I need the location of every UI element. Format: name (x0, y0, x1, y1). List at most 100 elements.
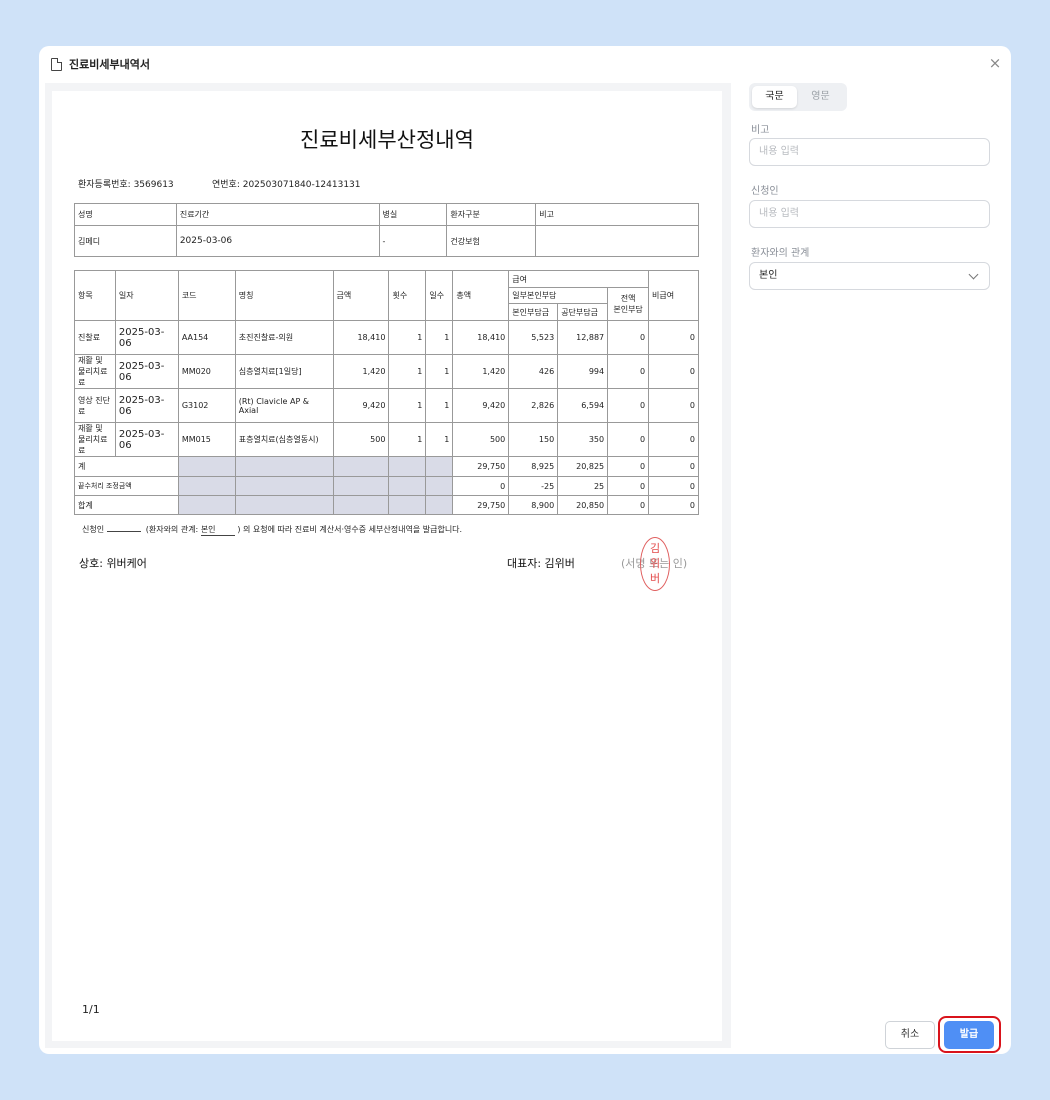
info-value-room: - (378, 225, 448, 257)
summary-self-pay: 8,925 (508, 456, 559, 477)
table-row: 재활 및 물리치료료 2025-03-06 MM020 심층열치료[1일당] 1… (74, 354, 699, 389)
note-label: 비고 (751, 125, 770, 136)
row-name: (Rt) Clavicle AP & Axial (234, 388, 334, 423)
summary-total: 0 (452, 476, 510, 496)
row-times: 1 (388, 422, 427, 457)
header-self-pay: 본인부담금 (508, 303, 559, 321)
table-row: 영상 진단료 2025-03-06 G3102 (Rt) Clavicle AP… (74, 388, 699, 423)
applicant-blank (106, 523, 141, 532)
applicant-placeholder: 내용 입력 (759, 208, 799, 219)
info-value-patient-type: 건강보험 (446, 225, 537, 257)
screen-background: 진료비세부내역서 × 진료비세부산정내역 환자등록번호: 3569613 연번호… (0, 0, 1050, 1100)
row-date: 2025-03-06 (114, 388, 179, 423)
dialog-header: 진료비세부내역서 × (39, 46, 1011, 82)
header-name: 명칭 (234, 270, 334, 321)
row-name: 표층열치료(심층열동시) (234, 422, 334, 457)
relation-value: 본인 (200, 524, 235, 536)
header-code: 코드 (177, 270, 236, 321)
representative-name: 대표자: 김위버 (507, 557, 575, 570)
applicant-input[interactable]: 내용 입력 (749, 200, 990, 228)
info-header-note: 비고 (535, 203, 699, 226)
summary-full-self: 0 (607, 456, 650, 477)
document-title: 진료비세부산정내역 (300, 128, 474, 152)
dialog-title: 진료비세부내역서 (69, 58, 150, 71)
note-placeholder: 내용 입력 (759, 146, 799, 157)
row-non-covered: 0 (648, 388, 699, 423)
row-public-pay: 12,887 (557, 320, 609, 355)
issue-button[interactable]: 발급 (944, 1021, 994, 1049)
info-header-period: 진료기간 (175, 203, 380, 226)
header-times: 횟수 (388, 270, 427, 321)
language-toggle: 국문 영문 (749, 83, 847, 111)
row-item: 재활 및 물리치료료 (74, 422, 116, 457)
cancel-button[interactable]: 취소 (885, 1021, 935, 1049)
row-public-pay: 994 (557, 354, 609, 389)
info-header-patient-type: 환자구분 (446, 203, 537, 226)
summary-public-pay: 20,825 (557, 456, 609, 477)
summary-total: 29,750 (452, 456, 510, 477)
applicant-prefix: 신청인 (82, 525, 105, 534)
table-row: 진찰료 2025-03-06 AA154 초진진찰료-의원 18,410 1 1… (74, 320, 699, 355)
tab-korean[interactable]: 국문 (752, 86, 797, 108)
row-code: G3102 (177, 388, 236, 423)
row-days: 1 (425, 320, 454, 355)
row-amount: 1,420 (332, 354, 390, 389)
header-non-covered: 비급여 (648, 270, 699, 321)
close-button[interactable]: × (987, 55, 1003, 71)
summary-row: 계 29,750 8,925 20,825 0 0 (74, 456, 699, 477)
row-total: 18,410 (452, 320, 510, 355)
row-total: 9,420 (452, 388, 510, 423)
header-days: 일수 (425, 270, 454, 321)
header-date: 일자 (114, 270, 179, 321)
row-times: 1 (388, 320, 427, 355)
relation-prefix: (환자와의 관계: (145, 525, 199, 534)
summary-public-pay: 20,850 (557, 495, 609, 515)
tab-english[interactable]: 영문 (798, 86, 843, 108)
row-self-pay: 2,826 (508, 388, 559, 423)
summary-label: 계 (74, 456, 179, 477)
row-code: MM020 (177, 354, 236, 389)
company-name: 상호: 위버케어 (79, 557, 147, 570)
serial-number: 연번호: 202503071840-12413131 (212, 180, 361, 190)
row-full-self: 0 (607, 320, 650, 355)
info-header-room: 병실 (378, 203, 448, 226)
summary-self-pay: -25 (508, 476, 559, 496)
applicant-statement: 신청인 (환자와의 관계: 본인 ) 의 요청에 따라 진료비 계산서·영수증 … (82, 523, 462, 536)
summary-self-pay: 8,900 (508, 495, 559, 515)
row-full-self: 0 (607, 388, 650, 423)
relation-select[interactable]: 본인 (749, 262, 990, 290)
summary-public-pay: 25 (557, 476, 609, 496)
row-self-pay: 5,523 (508, 320, 559, 355)
note-input[interactable]: 내용 입력 (749, 138, 990, 166)
summary-label: 끝수처리 조정금액 (74, 476, 179, 496)
summary-full-self: 0 (607, 476, 650, 496)
header-total: 총액 (452, 270, 510, 321)
issue-dialog: 진료비세부내역서 × 진료비세부산정내역 환자등록번호: 3569613 연번호… (39, 46, 1011, 1054)
header-amount: 금액 (332, 270, 390, 321)
summary-non-covered: 0 (648, 476, 699, 496)
patient-reg-number: 환자등록번호: 3569613 (78, 180, 174, 190)
row-amount: 18,410 (332, 320, 390, 355)
row-public-pay: 6,594 (557, 388, 609, 423)
seal-stamp: 김 위 버 (640, 537, 670, 591)
info-value-note (535, 225, 699, 257)
table-row: 재활 및 물리치료료 2025-03-06 MM015 표층열치료(심층열동시)… (74, 422, 699, 457)
row-full-self: 0 (607, 354, 650, 389)
row-date: 2025-03-06 (114, 320, 179, 355)
header-partial-self: 일부본인부담 (508, 287, 609, 304)
header-public-pay: 공단부담금 (557, 303, 609, 321)
options-panel: 국문 영문 비고 내용 입력 신청인 내용 입력 환자와의 관계 본인 (749, 83, 1001, 1048)
document-icon (51, 57, 63, 71)
document-page: 진료비세부산정내역 환자등록번호: 3569613 연번호: 202503071… (52, 91, 722, 1041)
patient-info-table: 성명 진료기간 병실 환자구분 비고 김메디 2025-03-06 - 건강보험 (74, 203, 699, 257)
summary-label: 합계 (74, 495, 179, 515)
summary-row: 합계 29,750 8,900 20,850 0 0 (74, 495, 699, 515)
summary-total: 29,750 (452, 495, 510, 515)
row-times: 1 (388, 354, 427, 389)
row-code: MM015 (177, 422, 236, 457)
document-preview[interactable]: 진료비세부산정내역 환자등록번호: 3569613 연번호: 202503071… (45, 83, 731, 1048)
applicant-suffix: ) 의 요청에 따라 진료비 계산서·영수증 세부산정내역을 발급합니다. (237, 525, 463, 534)
row-non-covered: 0 (648, 354, 699, 389)
row-item: 재활 및 물리치료료 (74, 354, 116, 389)
page-indicator: 1/1 (82, 1003, 100, 1016)
